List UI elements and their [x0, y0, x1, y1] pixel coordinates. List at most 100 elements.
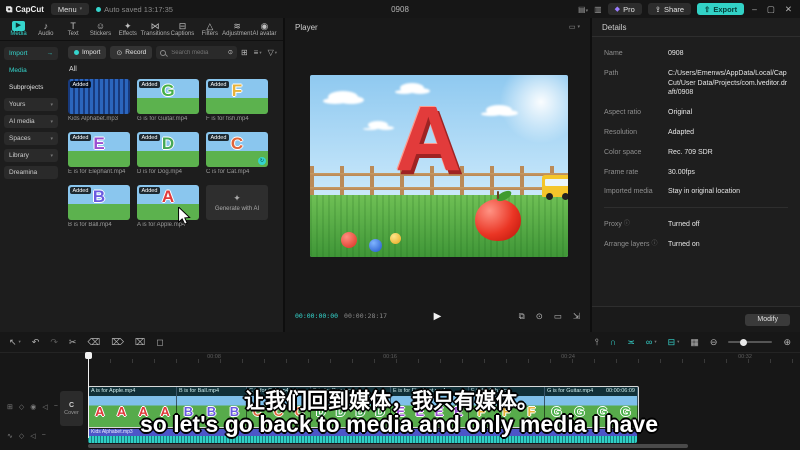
- tab-ai-avatar[interactable]: ◉ AI avatar: [251, 21, 278, 37]
- tab-effects[interactable]: ✦ Effects: [114, 21, 141, 37]
- media-thumbnail[interactable]: F Added: [206, 79, 268, 114]
- timeline-ruler[interactable]: 00:08 00:16 00:24 00:32: [0, 353, 800, 364]
- sort-icon[interactable]: ≡ ▾: [254, 48, 262, 57]
- mute-track-icon[interactable]: ◁: [42, 403, 47, 411]
- details-label: Aspect ratio: [604, 109, 641, 117]
- media-item-b-is-for-ball-mp4[interactable]: B Added B is for Ball.mp4: [68, 185, 130, 228]
- import-button[interactable]: Import: [68, 46, 107, 59]
- filter-icon[interactable]: ▽ ▾: [268, 48, 277, 57]
- tab-captions[interactable]: ⊟ Captions: [169, 21, 196, 37]
- hide-track-icon[interactable]: ◉: [30, 403, 36, 411]
- sidebar-item-subprojects[interactable]: Subprojects: [4, 81, 58, 94]
- maximize-button[interactable]: ▢: [765, 4, 777, 15]
- search-by-image-icon[interactable]: ⊙: [228, 49, 233, 56]
- close-button[interactable]: ✕: [783, 4, 794, 15]
- media-thumbnail[interactable]: Added: [68, 79, 130, 114]
- player-display-mode-icon[interactable]: ▭ ▾: [569, 23, 580, 31]
- media-thumbnail[interactable]: G Added: [137, 79, 199, 114]
- lock-icon[interactable]: ◇: [19, 403, 24, 411]
- audio-wave-icon[interactable]: ∿: [7, 432, 13, 440]
- collapse-track-icon[interactable]: −: [42, 432, 46, 440]
- media-item-d-is-for-dog-mp4[interactable]: D Added D is for Dog.mp4: [137, 132, 199, 175]
- sidebar-item-yours[interactable]: Yours ▾: [4, 98, 58, 111]
- cover-frame-icon[interactable]: ▦: [690, 337, 699, 348]
- modify-button[interactable]: Modify: [745, 313, 790, 326]
- smart-preview-icon[interactable]: ⊙: [536, 311, 543, 322]
- auto-snap-icon[interactable]: ≍: [627, 337, 635, 348]
- track-options-icon[interactable]: ⊞: [7, 403, 13, 411]
- zoom-out-icon[interactable]: ⊖: [710, 337, 718, 348]
- generate-with-ai-card[interactable]: ✦ Generate with AI: [206, 185, 268, 220]
- details-panel: Details Name 0908 Path C:/Users/Emenws/AppD…: [592, 18, 800, 332]
- playhead-handle[interactable]: [85, 352, 92, 359]
- search-box[interactable]: ⊙: [156, 46, 237, 59]
- media-item-e-is-for-elephant-mp4[interactable]: E Added E is for Elephant.mp4: [68, 132, 130, 175]
- record-voiceover-icon[interactable]: ⫯: [595, 337, 599, 348]
- layout-mode-icon[interactable]: ▤▾: [578, 5, 588, 14]
- linkage-icon[interactable]: ∞ ▾: [646, 337, 657, 347]
- mute-track-icon[interactable]: ◁: [30, 432, 35, 440]
- grid-view-icon[interactable]: ⊞: [241, 48, 248, 57]
- collapse-track-icon[interactable]: −: [54, 403, 58, 411]
- lock-icon[interactable]: ◇: [19, 432, 24, 440]
- split-icon[interactable]: ✂: [69, 337, 77, 348]
- compare-frame-icon[interactable]: ⧉: [519, 311, 525, 322]
- record-button[interactable]: ⊙ Record: [110, 46, 153, 59]
- media-thumbnail[interactable]: C Added ↻: [206, 132, 268, 167]
- ratio-icon[interactable]: ▭: [554, 311, 562, 322]
- sidebar-item-media[interactable]: Media: [4, 64, 58, 77]
- media-item-f-is-for-fish-mp4[interactable]: F Added F is for fish.mp4: [206, 79, 268, 122]
- apple: [475, 190, 522, 241]
- tab-label: Captions: [170, 31, 195, 37]
- mask-icon[interactable]: ◻: [156, 337, 163, 348]
- search-input[interactable]: [169, 48, 225, 57]
- undo-icon[interactable]: ↶: [32, 337, 40, 348]
- timeline-zoom-slider[interactable]: [728, 338, 773, 346]
- media-item-g-is-for-guitar-mp4[interactable]: G Added G is for Guitar.mp4: [137, 79, 199, 122]
- zoom-in-icon[interactable]: ⊕: [783, 337, 791, 348]
- media-item-c-is-for-cat-mp4[interactable]: C Added ↻ C is for Cat.mp4: [206, 132, 268, 175]
- sidebar-item-ai-media[interactable]: AI media ▾: [4, 115, 58, 128]
- fullscreen-icon[interactable]: ⇲: [573, 311, 580, 322]
- info-icon: ⓘ: [651, 240, 658, 247]
- record-label: Record: [125, 49, 147, 56]
- media-thumbnail[interactable]: D Added: [137, 132, 199, 167]
- redo-icon[interactable]: ↷: [50, 337, 58, 348]
- mouse-cursor: [178, 207, 191, 225]
- zoom-slider-knob[interactable]: [740, 338, 748, 346]
- panel-layout-icon[interactable]: ▥: [594, 5, 602, 14]
- tab-transitions[interactable]: ⋈ Transitions: [141, 21, 170, 37]
- horizontal-scrollbar[interactable]: [88, 444, 688, 448]
- media-item-kids-alphabet-mp3[interactable]: Added Kids Alphabet.mp3: [68, 79, 130, 122]
- preview-axis-icon[interactable]: ⊟ ▾: [668, 337, 680, 348]
- delete-right-icon[interactable]: ⌦: [111, 337, 124, 348]
- menu-button[interactable]: Menu ▾: [50, 3, 90, 15]
- sidebar-item-spaces[interactable]: Spaces ▾: [4, 132, 58, 145]
- media-item-generate-with-ai[interactable]: ✦ Generate with AI: [206, 185, 268, 228]
- select-tool-icon[interactable]: ↖ ▾: [9, 337, 21, 348]
- tab-text[interactable]: T Text: [60, 21, 87, 37]
- media-thumbnail[interactable]: E Added: [68, 132, 130, 167]
- tab-filters[interactable]: △ Filters: [196, 21, 223, 37]
- sidebar-item-dreamina[interactable]: Dreamina: [4, 166, 58, 179]
- delete-icon[interactable]: ⌧: [135, 337, 145, 348]
- play-button[interactable]: ▶: [434, 311, 442, 322]
- sidebar-item-import[interactable]: Import →: [4, 47, 58, 60]
- share-button[interactable]: ⇪ Share: [647, 3, 692, 15]
- video-preview[interactable]: A: [310, 75, 568, 257]
- delete-left-icon[interactable]: ⌫: [87, 337, 100, 348]
- cover-button[interactable]: C Cover: [60, 391, 83, 426]
- export-button[interactable]: ⇧ Export: [697, 3, 745, 15]
- added-badge: Added: [139, 187, 160, 194]
- tab-media[interactable]: ▶ Media: [5, 21, 32, 37]
- sidebar-item-library[interactable]: Library ▾: [4, 149, 58, 162]
- media-thumbnail[interactable]: B Added: [68, 185, 130, 220]
- minimize-button[interactable]: –: [750, 4, 759, 14]
- main-track-magnet-icon[interactable]: ∩: [610, 337, 616, 347]
- details-value: Turned on: [668, 240, 700, 248]
- chevron-down-icon: ▾: [274, 49, 277, 55]
- tab-stickers[interactable]: ☺ Stickers: [87, 21, 114, 37]
- tab-adjustment[interactable]: ≋ Adjustment: [222, 21, 252, 37]
- pro-button[interactable]: ◆ Pro: [607, 3, 642, 15]
- tab-audio[interactable]: ♪ Audio: [32, 21, 59, 37]
